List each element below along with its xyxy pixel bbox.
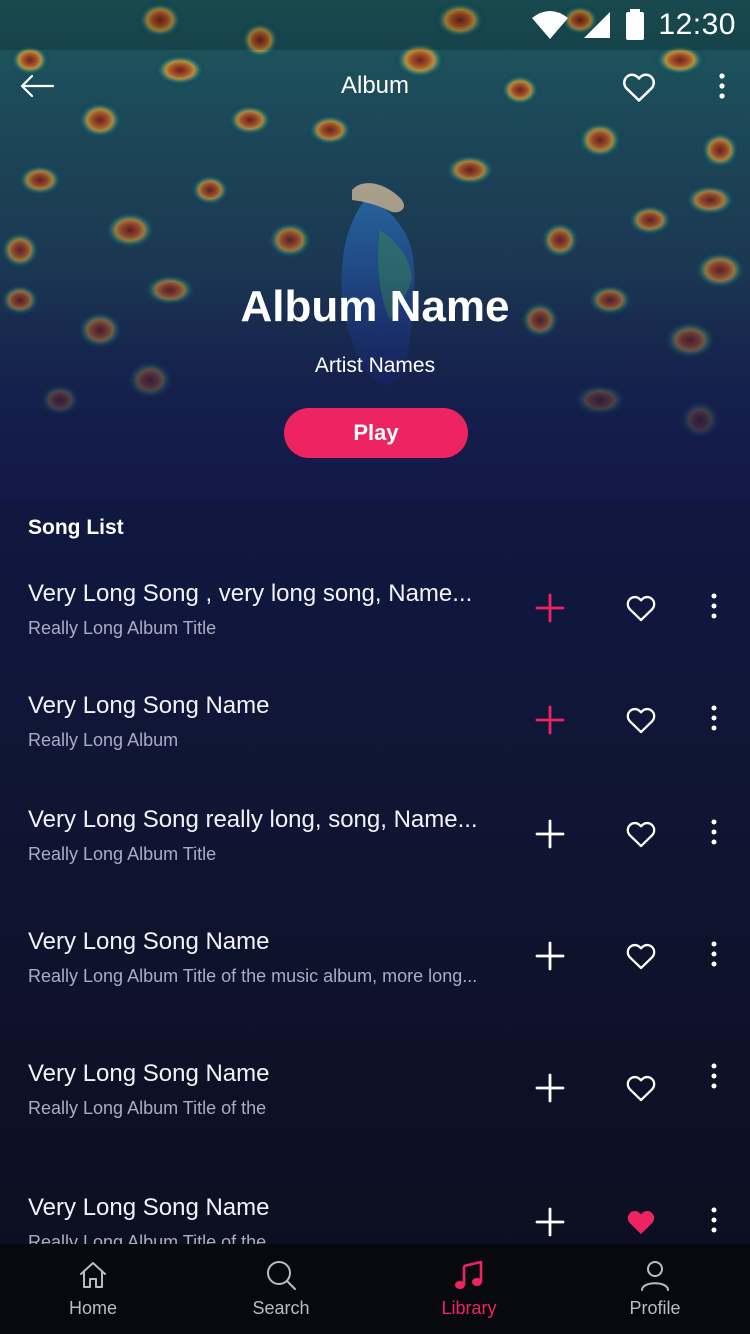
album-screen: 12:30 Album Album Name Artist Names Play… [0, 0, 750, 1334]
song-album: Really Long Album Title of the [28, 1098, 267, 1118]
song-more-options-button[interactable] [702, 702, 726, 736]
add-to-playlist-button[interactable] [534, 704, 566, 736]
plus-icon [535, 705, 565, 735]
more-vertical-icon [711, 941, 717, 967]
song-list-title: Song List [28, 516, 124, 539]
plus-icon [535, 1207, 565, 1237]
more-vertical-icon [719, 73, 725, 99]
play-button[interactable]: Play [284, 408, 468, 458]
song-title: Very Long Song Name [28, 1060, 270, 1087]
status-bar: 12:30 [0, 0, 750, 50]
battery-icon [626, 9, 645, 40]
song-title: Very Long Song , very long song, Name... [28, 580, 473, 607]
nav-label-library: Library [441, 1298, 497, 1318]
album-name: Album Name [240, 282, 510, 331]
heart-outline-icon [623, 73, 655, 102]
song-album: Really Long Album Title [28, 618, 217, 638]
song-album: Really Long Album [28, 730, 179, 750]
add-to-playlist-button[interactable] [534, 592, 566, 624]
song-row[interactable]: Very Long Song Name Really Long Album Tit… [0, 1060, 750, 1150]
nav-item-search[interactable]: Search [206, 1244, 356, 1334]
song-more-options-button[interactable] [702, 1060, 726, 1094]
app-bar: Album [0, 52, 750, 122]
more-vertical-icon [711, 1063, 717, 1089]
song-album: Really Long Album Title of the music alb… [28, 966, 478, 986]
favorite-album-button[interactable] [620, 68, 658, 106]
more-vertical-icon [711, 819, 717, 845]
status-time: 12:30 [658, 8, 736, 41]
heart-outline-icon [626, 1075, 656, 1102]
nav-label-profile: Profile [629, 1298, 681, 1318]
like-song-button[interactable] [624, 1205, 656, 1237]
search-icon [267, 1261, 296, 1290]
more-options-button[interactable] [708, 68, 736, 106]
nav-label-home: Home [68, 1298, 117, 1318]
person-icon [641, 1261, 669, 1291]
song-more-options-button[interactable] [702, 816, 726, 850]
bottom-navigation: Home Search Library Profile [0, 1244, 750, 1334]
plus-icon [535, 941, 565, 971]
like-song-button[interactable] [624, 1071, 656, 1103]
artist-names[interactable]: Artist Names [0, 354, 750, 378]
heart-outline-icon [626, 707, 656, 734]
plus-icon [535, 1073, 565, 1103]
add-to-playlist-button[interactable] [534, 1072, 566, 1104]
like-song-button[interactable] [624, 817, 656, 849]
heart-outline-icon [626, 821, 656, 848]
home-icon [80, 1262, 106, 1288]
more-vertical-icon [711, 593, 717, 619]
plus-icon [535, 819, 565, 849]
song-row[interactable]: Very Long Song Name Really Long Album Tit… [0, 928, 750, 1018]
song-title: Very Long Song Name [28, 928, 270, 955]
song-more-options-button[interactable] [702, 938, 726, 972]
song-row[interactable]: Very Long Song really long, song, Name..… [0, 806, 750, 896]
song-title: Very Long Song Name [28, 692, 270, 719]
heart-filled-icon [627, 1211, 655, 1235]
heart-outline-icon [626, 595, 656, 622]
music-note-icon [455, 1260, 483, 1289]
add-to-playlist-button[interactable] [534, 1206, 566, 1238]
song-more-options-button[interactable] [702, 590, 726, 624]
cellular-signal-icon [584, 12, 611, 38]
plus-icon [535, 593, 565, 623]
like-song-button[interactable] [624, 591, 656, 623]
nav-label-search: Search [252, 1298, 310, 1318]
more-vertical-icon [711, 705, 717, 731]
song-row[interactable]: Very Long Song , very long song, Name...… [0, 580, 750, 670]
heart-outline-icon [626, 943, 656, 970]
nav-item-home[interactable]: Home [18, 1244, 168, 1334]
add-to-playlist-button[interactable] [534, 940, 566, 972]
song-more-options-button[interactable] [702, 1204, 726, 1238]
song-album: Really Long Album Title [28, 844, 217, 864]
nav-item-profile[interactable]: Profile [580, 1244, 730, 1334]
more-vertical-icon [711, 1207, 717, 1233]
song-row[interactable]: Very Long Song Name Really Long Album [0, 692, 750, 782]
like-song-button[interactable] [624, 939, 656, 971]
like-song-button[interactable] [624, 703, 656, 735]
add-to-playlist-button[interactable] [534, 818, 566, 850]
nav-item-library[interactable]: Library [394, 1244, 544, 1334]
song-title: Very Long Song really long, song, Name..… [28, 806, 478, 833]
wifi-icon [532, 11, 569, 39]
song-title: Very Long Song Name [28, 1194, 270, 1221]
